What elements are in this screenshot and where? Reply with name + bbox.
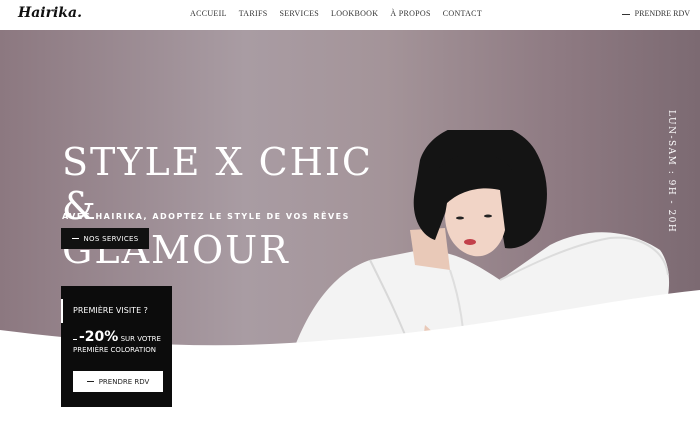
- promo-offer: -20% SUR VOTRE PREMIÈRE COLORATION: [73, 329, 161, 356]
- promo-offer-line2: PREMIÈRE COLORATION: [73, 346, 157, 354]
- services-button-label: NOS SERVICES: [83, 234, 139, 243]
- site-header: Hairika. ACCUEIL TARIFS SERVICES LOOKBOO…: [0, 0, 700, 30]
- nav-accueil[interactable]: ACCUEIL: [190, 9, 227, 18]
- nav-services[interactable]: SERVICES: [280, 9, 320, 18]
- dash-icon: [621, 13, 630, 15]
- header-rdv-label: PRENDRE RDV: [634, 9, 690, 18]
- services-button[interactable]: NOS SERVICES: [61, 228, 149, 249]
- header-rdv-link[interactable]: PRENDRE RDV: [621, 9, 690, 18]
- promo-percent: -20%: [79, 329, 119, 345]
- promo-rdv-label: PRENDRE RDV: [98, 377, 150, 386]
- promo-offer-line1: SUR VOTRE: [120, 335, 161, 343]
- dash-icon: [71, 238, 79, 239]
- promo-heading: PREMIÈRE VISITE ?: [73, 306, 148, 315]
- nav-a-propos[interactable]: À PROPOS: [390, 9, 430, 18]
- nav-contact[interactable]: CONTACT: [443, 9, 482, 18]
- main-nav: ACCUEIL TARIFS SERVICES LOOKBOOK À PROPO…: [190, 9, 482, 18]
- nav-lookbook[interactable]: LOOKBOOK: [331, 9, 378, 18]
- hero-subtitle: AVEC HAIRIKA, ADOPTEZ LE STYLE DE VOS RÊ…: [62, 212, 350, 221]
- logo[interactable]: Hairika.: [18, 5, 82, 21]
- dash-icon: [73, 338, 77, 340]
- promo-card: PREMIÈRE VISITE ? -20% SUR VOTRE PREMIÈR…: [61, 286, 172, 407]
- opening-hours: LUN-SAM : 9H - 20H: [666, 110, 676, 234]
- accent-bar: [61, 299, 63, 323]
- promo-rdv-button[interactable]: PRENDRE RDV: [73, 371, 163, 392]
- dash-icon: [86, 381, 94, 382]
- nav-tarifs[interactable]: TARIFS: [239, 9, 268, 18]
